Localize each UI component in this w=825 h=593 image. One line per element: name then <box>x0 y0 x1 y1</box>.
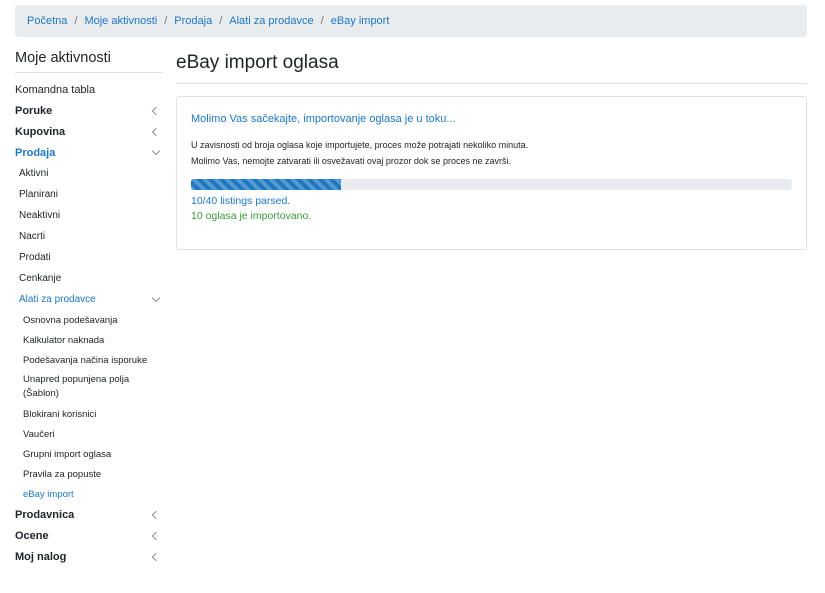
sidebar-item-ocene[interactable]: Ocene <box>15 525 163 546</box>
sidebar-item-label: Poruke <box>15 104 53 117</box>
breadcrumb-link-po-etna[interactable]: Početna <box>27 15 67 27</box>
sidebar-item-nacrti[interactable]: Nacrti <box>15 226 163 247</box>
imported-count-text: 10 oglasa je importovano. <box>191 210 312 222</box>
sidebar-item-label: Ocene <box>15 529 49 542</box>
status-heading: Molimo Vas sačekajte, importovanje oglas… <box>191 113 456 125</box>
chevron-left-icon[interactable] <box>151 127 161 136</box>
sidebar-item-ebay-import[interactable]: eBay import <box>15 484 163 504</box>
sidebar-item-label: Neaktivni <box>19 210 61 221</box>
sidebar-title: Moje aktivnosti <box>15 50 163 73</box>
sidebar-item-label: Kalkulator naknada <box>23 334 105 346</box>
sidebar-item-kupovina[interactable]: Kupovina <box>15 121 163 142</box>
sidebar-item-label: Cenkanje <box>19 273 62 284</box>
sidebar-item-vauceri[interactable]: Vaučeri <box>15 424 163 444</box>
sidebar-item-label: Komandna tabla <box>15 83 96 96</box>
breadcrumb-separator: / <box>320 15 324 27</box>
sidebar-item-alati-za-prodavce[interactable]: Alati za prodavce <box>15 289 163 310</box>
breadcrumb-link-prodaja[interactable]: Prodaja <box>174 15 212 27</box>
info-text-line-1: U zavisnosti od broja oglasa koje import… <box>191 140 529 150</box>
sidebar-item-grupni-import-oglasa[interactable]: Grupni import oglasa <box>15 444 163 464</box>
sidebar-item-label: Nacrti <box>19 231 46 242</box>
sidebar-item-label: Kupovina <box>15 125 66 138</box>
chevron-down-icon[interactable] <box>151 293 161 303</box>
sidebar-item-unapred-popunjena-polja-sablon[interactable]: Unapred popunjena polja (Šablon) <box>15 370 163 404</box>
sidebar-item-label: Planirani <box>19 189 58 200</box>
breadcrumb: Početna / Moje aktivnosti / Prodaja / Alati za… <box>15 5 807 37</box>
sidebar-item-label: Moj nalog <box>15 550 67 563</box>
sidebar-item-cenkanje[interactable]: Cenkanje <box>15 268 163 289</box>
sidebar-item-label: Alati za prodavce <box>19 294 96 305</box>
sidebar-item-pravila-za-popuste[interactable]: Pravila za popuste <box>15 464 163 484</box>
chevron-left-icon[interactable] <box>151 106 161 115</box>
sidebar-item-label: Pravila za popuste <box>23 468 102 480</box>
sidebar-item-label: eBay import <box>23 488 74 500</box>
chevron-down-icon[interactable] <box>151 146 161 156</box>
sidebar-nav: Komandna tabla Poruke Kupovina Prodaja Aktiv… <box>15 79 163 567</box>
sidebar-item-label: Grupni import oglasa <box>23 448 112 460</box>
sidebar-item-label: Osnovna podešavanja <box>23 314 118 326</box>
breadcrumb-separator: / <box>74 15 78 27</box>
sidebar-item-label: Prodaja <box>15 146 56 159</box>
sidebar-item-label: Prodavnica <box>15 508 75 521</box>
sidebar-item-prodaja[interactable]: Prodaja <box>15 142 163 163</box>
import-progress-track <box>191 179 792 190</box>
import-progress-bar <box>191 179 342 190</box>
sidebar-item-prodati[interactable]: Prodati <box>15 247 163 268</box>
sidebar-item-moj-nalog[interactable]: Moj nalog <box>15 546 163 567</box>
sidebar-item-label: Vaučeri <box>23 428 55 440</box>
sidebar-item-kalkulator-naknada[interactable]: Kalkulator naknada <box>15 330 163 350</box>
import-status-card: Molimo Vas sačekajte, importovanje oglas… <box>176 96 807 250</box>
sidebar-item-komandna-tabla[interactable]: Komandna tabla <box>15 79 163 100</box>
sidebar-item-label: Aktivni <box>19 168 49 179</box>
sidebar-item-prodavnica[interactable]: Prodavnica <box>15 504 163 525</box>
info-text-line-2: Molimo Vas, nemojte zatvarati ili osveža… <box>191 156 511 166</box>
parsed-count-text: 10/40 listings parsed. <box>191 195 291 207</box>
sidebar: Moje aktivnosti Komandna tabla Poruke Kupo… <box>15 50 163 567</box>
sidebar-item-label: Unapred popunjena polja (Šablon) <box>23 374 130 399</box>
chevron-left-icon[interactable] <box>151 531 161 540</box>
sidebar-item-podesavanja-nacina-isporuke[interactable]: Podešavanja načina isporuke <box>15 350 163 370</box>
breadcrumb-link-alati-za-prodavce[interactable]: Alati za prodavce <box>229 15 313 27</box>
sidebar-item-label: Prodati <box>19 252 51 263</box>
main-content: eBay import oglasa Molimo Vas sačekajte,… <box>176 50 807 250</box>
sidebar-item-label: Blokirani korisnici <box>23 408 97 420</box>
sidebar-item-planirani[interactable]: Planirani <box>15 184 163 205</box>
sidebar-item-poruke[interactable]: Poruke <box>15 100 163 121</box>
sidebar-item-neaktivni[interactable]: Neaktivni <box>15 205 163 226</box>
sidebar-item-osnovna-podesavanja[interactable]: Osnovna podešavanja <box>15 310 163 330</box>
sidebar-item-aktivni[interactable]: Aktivni <box>15 163 163 184</box>
page-title: eBay import oglasa <box>176 50 807 84</box>
chevron-left-icon[interactable] <box>151 510 161 519</box>
sidebar-item-label: Podešavanja načina isporuke <box>23 354 148 366</box>
breadcrumb-separator: / <box>219 15 223 27</box>
breadcrumb-link-moje-aktivnosti[interactable]: Moje aktivnosti <box>84 15 157 27</box>
breadcrumb-separator: / <box>164 15 168 27</box>
breadcrumb-link-ebay-import[interactable]: eBay import <box>331 15 390 27</box>
chevron-left-icon[interactable] <box>151 552 161 561</box>
sidebar-item-blokirani-korisnici[interactable]: Blokirani korisnici <box>15 404 163 424</box>
